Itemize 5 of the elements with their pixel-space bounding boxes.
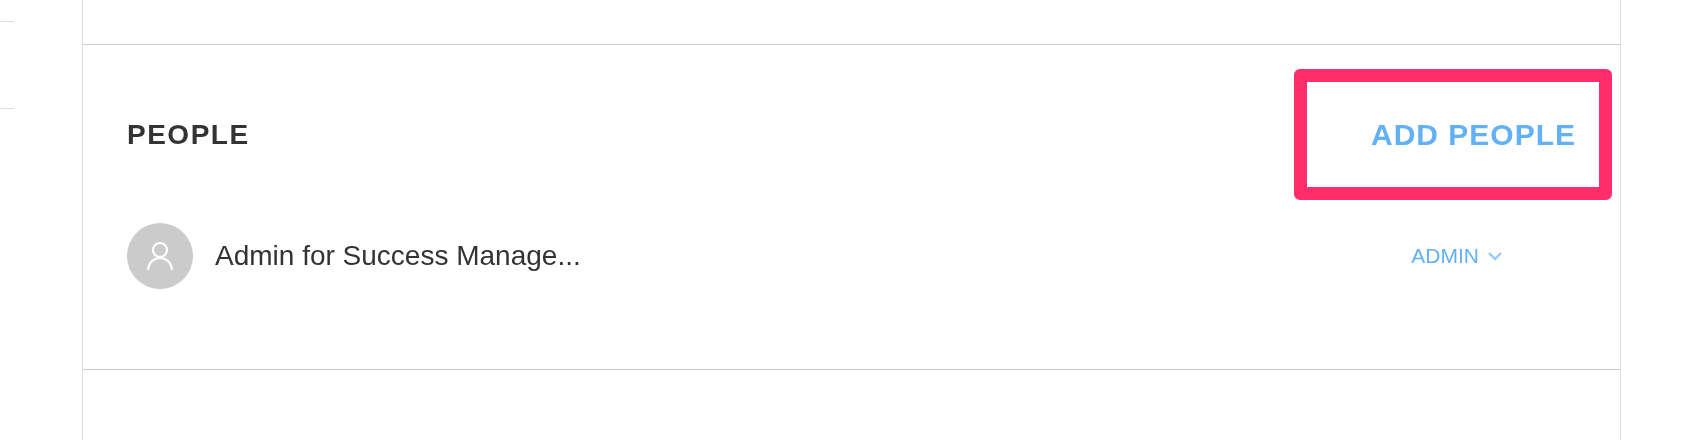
- section-title: PEOPLE: [127, 119, 250, 151]
- chevron-down-icon: [1487, 251, 1503, 261]
- add-people-button[interactable]: ADD PEOPLE: [1370, 107, 1576, 163]
- role-dropdown[interactable]: ADMIN: [1411, 244, 1503, 268]
- person-name: Admin for Success Manage...: [215, 240, 582, 272]
